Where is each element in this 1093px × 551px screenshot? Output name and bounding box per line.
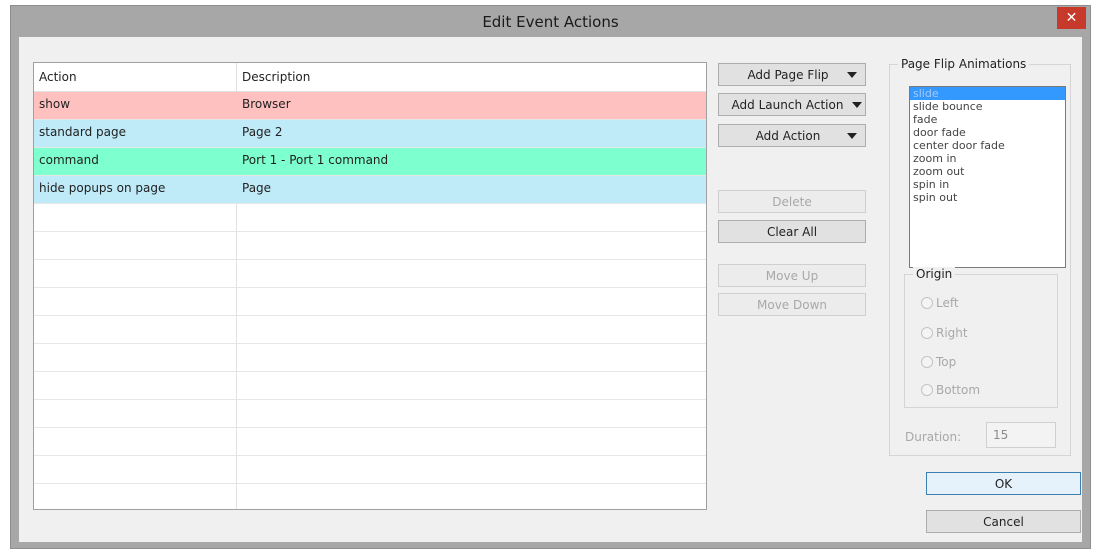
- radio-icon: [921, 327, 933, 339]
- empty-table-row[interactable]: [34, 204, 706, 232]
- description-cell: [237, 456, 706, 483]
- cancel-button[interactable]: Cancel: [926, 510, 1081, 533]
- empty-table-row[interactable]: [34, 232, 706, 260]
- radio-icon: [921, 384, 933, 396]
- origin-bottom-label: Bottom: [936, 383, 981, 397]
- action-cell: [34, 372, 237, 399]
- origin-group: Origin Left Right Top Bottom: [904, 267, 1058, 408]
- description-cell: [237, 316, 706, 343]
- dropdown-arrow-icon: [852, 101, 862, 108]
- dialog-body: Action Description show Browser standard p…: [19, 37, 1082, 542]
- description-cell: [237, 204, 706, 231]
- title-bar[interactable]: Edit Event Actions ✕: [11, 6, 1090, 36]
- empty-table-row[interactable]: [34, 456, 706, 484]
- dropdown-arrow-icon: [847, 132, 857, 139]
- origin-radio-left[interactable]: Left: [921, 296, 959, 310]
- description-cell: [237, 372, 706, 399]
- actions-grid[interactable]: Action Description show Browser standard p…: [33, 62, 707, 510]
- action-cell: [34, 316, 237, 343]
- origin-top-label: Top: [936, 355, 957, 369]
- add-launch-action-button[interactable]: Add Launch Action: [718, 93, 866, 116]
- add-action-label: Add Action: [755, 128, 821, 143]
- close-button[interactable]: ✕: [1057, 7, 1086, 29]
- table-row[interactable]: standard page Page 2: [34, 120, 706, 148]
- animation-list-item[interactable]: fade: [910, 113, 1065, 126]
- empty-table-row[interactable]: [34, 372, 706, 400]
- description-cell: [237, 260, 706, 287]
- page-flip-animations-legend: Page Flip Animations: [898, 57, 1030, 71]
- move-down-button[interactable]: Move Down: [718, 293, 866, 316]
- delete-button[interactable]: Delete: [718, 190, 866, 213]
- action-cell: [34, 400, 237, 427]
- table-row[interactable]: command Port 1 - Port 1 command: [34, 148, 706, 176]
- action-cell: [34, 288, 237, 315]
- ok-button[interactable]: OK: [926, 472, 1081, 495]
- radio-icon: [921, 356, 933, 368]
- origin-radio-bottom[interactable]: Bottom: [921, 383, 980, 397]
- dropdown-arrow-icon: [847, 71, 857, 78]
- animation-list-item[interactable]: zoom out: [910, 165, 1065, 178]
- move-up-button[interactable]: Move Up: [718, 264, 866, 287]
- action-cell: [34, 344, 237, 371]
- origin-right-label: Right: [936, 326, 968, 340]
- description-cell: Page 2: [242, 125, 283, 139]
- action-cell: [34, 484, 237, 509]
- origin-legend: Origin: [913, 267, 956, 281]
- edit-event-actions-dialog: Edit Event Actions ✕ Action Description …: [10, 5, 1091, 549]
- animations-list: slide slide bounce fade door fade center doo…: [910, 87, 1065, 204]
- close-icon: ✕: [1065, 10, 1078, 26]
- radio-icon: [921, 297, 933, 309]
- action-cell: [34, 260, 237, 287]
- action-cell: [34, 204, 237, 231]
- grid-header: Action Description: [34, 63, 706, 92]
- origin-radio-right[interactable]: Right: [921, 326, 968, 340]
- table-row[interactable]: hide popups on page Page: [34, 176, 706, 204]
- action-cell: show: [34, 92, 237, 119]
- action-cell: [34, 428, 237, 455]
- animation-list-item[interactable]: slide bounce: [910, 100, 1065, 113]
- description-cell: Page: [242, 181, 272, 195]
- empty-table-row[interactable]: [34, 428, 706, 456]
- description-cell: [237, 428, 706, 455]
- table-row[interactable]: show Browser: [34, 92, 706, 120]
- action-cell: [34, 456, 237, 483]
- animation-list-item[interactable]: spin out: [910, 191, 1065, 204]
- action-cell: command: [34, 148, 237, 175]
- add-action-button[interactable]: Add Action: [718, 124, 866, 147]
- add-page-flip-label: Add Page Flip: [747, 67, 829, 82]
- column-header-action[interactable]: Action: [34, 63, 237, 91]
- clear-all-button[interactable]: Clear All: [718, 220, 866, 243]
- add-page-flip-button[interactable]: Add Page Flip: [718, 63, 866, 86]
- animation-list-item[interactable]: door fade: [910, 126, 1065, 139]
- action-cell: standard page: [34, 120, 237, 147]
- description-cell: [237, 232, 706, 259]
- animation-list-item[interactable]: zoom in: [910, 152, 1065, 165]
- description-cell: Browser: [242, 97, 291, 111]
- description-cell: [237, 288, 706, 315]
- origin-radio-top[interactable]: Top: [921, 355, 956, 369]
- animation-list-item[interactable]: center door fade: [910, 139, 1065, 152]
- dialog-title: Edit Event Actions: [482, 13, 619, 31]
- description-cell: Port 1 - Port 1 command: [242, 153, 389, 167]
- empty-table-row[interactable]: [34, 288, 706, 316]
- empty-table-row[interactable]: [34, 344, 706, 372]
- empty-table-row[interactable]: [34, 260, 706, 288]
- origin-left-label: Left: [936, 296, 959, 310]
- description-cell: [237, 400, 706, 427]
- animations-listbox[interactable]: slide slide bounce fade door fade center doo…: [909, 86, 1066, 268]
- grid-rows: show Browser standard page Page 2 command Por…: [34, 92, 706, 509]
- description-cell: [237, 484, 706, 509]
- empty-table-row[interactable]: [34, 400, 706, 428]
- action-cell: hide popups on page: [34, 176, 237, 203]
- empty-table-row[interactable]: [34, 484, 706, 509]
- empty-table-row[interactable]: [34, 316, 706, 344]
- animation-list-item[interactable]: slide: [910, 87, 1065, 100]
- add-launch-action-label: Add Launch Action: [731, 97, 844, 112]
- description-cell: [237, 344, 706, 371]
- duration-input[interactable]: 15: [986, 422, 1056, 448]
- column-header-description[interactable]: Description: [237, 63, 706, 91]
- duration-label: Duration:: [905, 430, 962, 444]
- action-cell: [34, 232, 237, 259]
- animation-list-item[interactable]: spin in: [910, 178, 1065, 191]
